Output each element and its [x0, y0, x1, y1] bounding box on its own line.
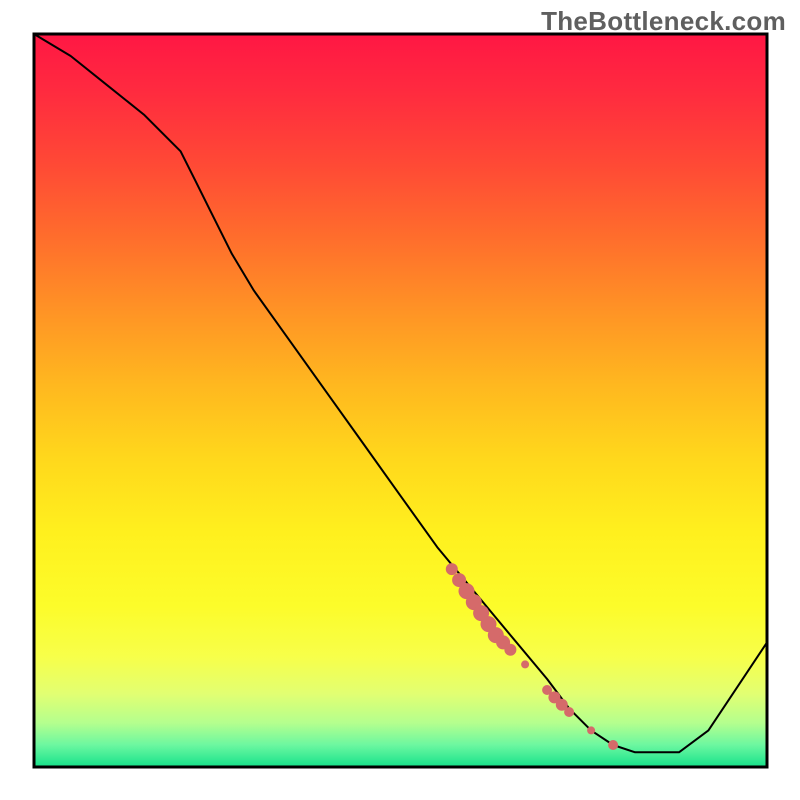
plot-background	[34, 34, 767, 767]
scatter-point	[446, 563, 458, 575]
chart-container: TheBottleneck.com	[0, 0, 800, 800]
scatter-point	[521, 660, 529, 668]
chart-svg	[0, 0, 800, 800]
scatter-point	[564, 707, 574, 717]
scatter-point	[587, 726, 595, 734]
scatter-point	[504, 644, 516, 656]
scatter-point	[608, 740, 618, 750]
watermark-text: TheBottleneck.com	[541, 6, 786, 37]
